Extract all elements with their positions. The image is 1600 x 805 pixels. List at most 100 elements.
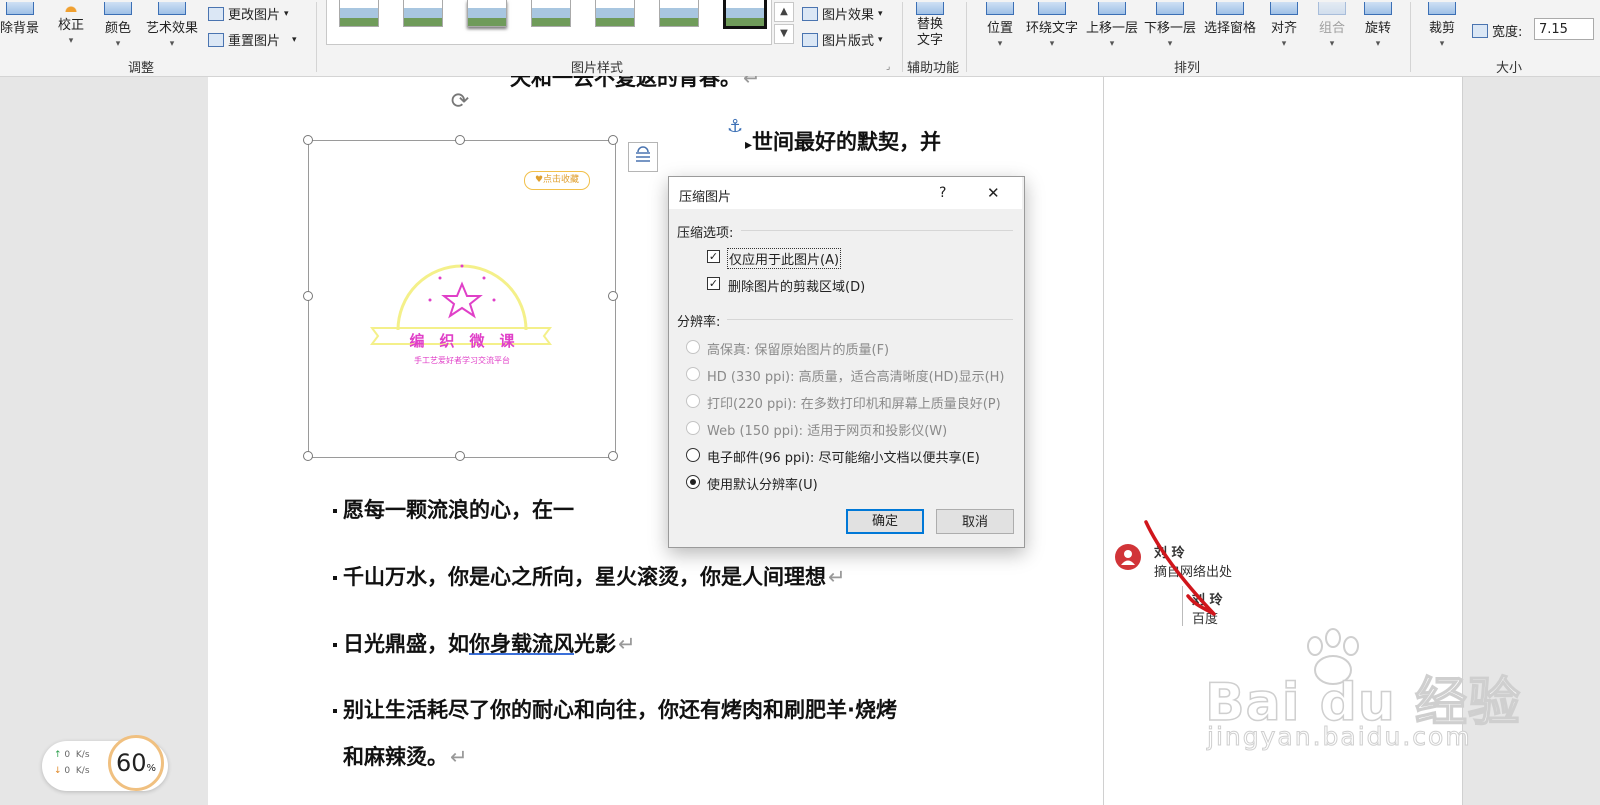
gallery-up-icon[interactable]: ▲ (774, 2, 794, 22)
reset-picture-button[interactable]: 重置图片 ▾ (208, 30, 297, 49)
network-speed-widget[interactable]: ↑ 0 K/s ↓ 0 K/s 60% (42, 735, 168, 791)
group-label-size: 大小 (1496, 61, 1523, 76)
resize-handle[interactable] (303, 135, 313, 145)
chevron-down-icon: ▾ (1049, 39, 1055, 49)
cancel-button[interactable]: 取消 (936, 509, 1014, 534)
width-input[interactable]: 7.15 (1534, 18, 1594, 40)
selection-pane-icon (1216, 2, 1244, 15)
divider (902, 2, 903, 72)
style-thumbnail[interactable] (467, 0, 507, 27)
picture-layout-button[interactable]: 图片版式 ▾ (802, 30, 883, 49)
radio-hifi[interactable] (686, 340, 700, 354)
radio-email[interactable] (686, 448, 700, 462)
style-thumbnail[interactable] (659, 0, 699, 27)
apply-only-label[interactable]: 仅应用于此图片(A) (727, 248, 842, 269)
change-picture-icon (208, 6, 224, 21)
style-thumbnail[interactable] (723, 0, 767, 29)
resize-handle[interactable] (608, 451, 618, 461)
memory-usage-gauge: 60% (108, 735, 164, 791)
wrap-text-icon (1038, 2, 1066, 15)
selection-pane-button[interactable]: 选择窗格 (1204, 2, 1256, 36)
dialog-title-bar: 压缩图片 ? ✕ (669, 177, 1022, 209)
compress-pictures-dialog: 压缩图片 ? ✕ 压缩选项: ✓ 仅应用于此图片(A) ✓ 删除图片的剪裁区域(… (668, 176, 1025, 548)
color-button[interactable]: 颜色 ▾ (104, 2, 132, 49)
send-backward-button[interactable]: 下移一层 ▾ (1144, 2, 1196, 49)
position-button[interactable]: 位置 ▾ (986, 2, 1014, 49)
align-button[interactable]: 对齐 ▾ (1270, 2, 1298, 49)
art-effects-button[interactable]: 艺术效果 ▾ (146, 2, 198, 49)
group-button[interactable]: 组合 ▾ (1318, 2, 1346, 49)
document-line: ▸世间最好的默契，并 (745, 130, 942, 154)
down-arrow-icon: ↓ (54, 766, 62, 776)
chevron-down-icon: ▾ (68, 36, 74, 46)
corrections-button[interactable]: 校正 ▾ (58, 2, 84, 46)
ok-button[interactable]: 确定 (846, 509, 924, 534)
resize-handle[interactable] (455, 451, 465, 461)
delete-cropped-label[interactable]: 删除图片的剪裁区域(D) (728, 276, 865, 295)
radio-email-label[interactable]: 电子邮件(96 ppi): 尽可能缩小文档以便共享(E) (707, 447, 980, 466)
style-thumbnail[interactable] (595, 0, 635, 27)
resize-handle[interactable] (608, 135, 618, 145)
watermark-url: jingyan.baidu.com (1207, 722, 1472, 752)
close-icon[interactable]: ✕ (987, 184, 1000, 202)
alt-text-icon (916, 2, 944, 15)
wrap-text-button[interactable]: 环绕文字 ▾ (1026, 2, 1078, 49)
chevron-down-icon: ▾ (1375, 39, 1381, 49)
picture-layout-icon (802, 32, 818, 47)
crop-button[interactable]: 裁剪 ▾ (1428, 2, 1456, 49)
radio-web-label[interactable]: Web (150 ppi): 适用于网页和投影仪(W) (707, 420, 947, 439)
radio-default[interactable] (686, 475, 700, 489)
picture-effects-button[interactable]: 图片效果 ▾ (802, 4, 883, 23)
change-picture-button[interactable]: 更改图片 ▾ (208, 4, 289, 23)
alt-text-button[interactable]: 替换 文字 (916, 2, 944, 49)
resize-handle[interactable] (303, 451, 313, 461)
help-icon[interactable]: ? (939, 185, 946, 201)
radio-hd[interactable] (686, 367, 700, 381)
resolution-label: 分辨率: (677, 315, 721, 330)
divider (316, 2, 317, 72)
radio-print[interactable] (686, 394, 700, 408)
chevron-down-icon: ▾ (1329, 39, 1335, 49)
chevron-down-icon: ▾ (1439, 39, 1445, 49)
group-label-adjust: 调整 (128, 61, 155, 76)
document-line: 千山万水，你是心之所向，星火滚烫，你是人间理想↵ (333, 561, 846, 591)
chevron-down-icon: ▾ (115, 39, 121, 49)
radio-hd-label[interactable]: HD (330 ppi): 高质量，适合高清晰度(HD)显示(H) (707, 366, 1004, 385)
group-icon (1318, 2, 1346, 15)
style-thumbnail[interactable] (339, 0, 379, 27)
radio-web[interactable] (686, 421, 700, 435)
divider (727, 319, 1013, 320)
document-line: 日光鼎盛，如你身载流风光影↵ (333, 628, 636, 658)
picture-styles-gallery[interactable] (326, 0, 772, 45)
resize-handle[interactable] (608, 291, 618, 301)
apply-only-checkbox[interactable]: ✓ (707, 250, 720, 263)
align-icon (1270, 2, 1298, 15)
divider (1410, 2, 1411, 72)
group-label-accessibility: 辅助功能 (907, 61, 960, 76)
delete-cropped-checkbox[interactable]: ✓ (707, 277, 720, 290)
style-thumbnail[interactable] (403, 0, 443, 27)
anchor-icon: ⚓ (727, 116, 744, 137)
bring-forward-button[interactable]: 上移一层 ▾ (1086, 2, 1138, 49)
reset-picture-icon (208, 32, 224, 47)
dialog-launcher-icon[interactable]: ⌟ (886, 62, 890, 72)
radio-default-label[interactable]: 使用默认分辨率(U) (707, 474, 818, 493)
bring-forward-icon (1098, 2, 1126, 15)
rotate-button[interactable]: 旋转 ▾ (1364, 2, 1392, 49)
radio-hifi-label[interactable]: 高保真: 保留原始图片的质量(F) (707, 339, 889, 358)
chevron-down-icon: ▾ (997, 39, 1003, 49)
rotate-icon (1364, 2, 1392, 15)
rotate-handle-icon[interactable]: ⟳ (448, 90, 472, 114)
layout-options-icon[interactable] (628, 142, 658, 172)
remove-background-button[interactable]: 除背景 (0, 2, 39, 36)
style-thumbnail[interactable] (531, 0, 571, 27)
group-label-arrange: 排列 (1174, 61, 1201, 76)
document-line: 和麻辣烫。↵ (343, 745, 468, 769)
resize-handle[interactable] (455, 135, 465, 145)
selection-frame[interactable] (308, 140, 616, 458)
gallery-more-icon[interactable]: ▼ (774, 24, 794, 44)
radio-print-label[interactable]: 打印(220 ppi): 在多数打印机和屏幕上质量良好(P) (707, 393, 1001, 412)
width-label: 宽度: (1472, 21, 1522, 40)
color-icon (104, 2, 132, 15)
resize-handle[interactable] (303, 291, 313, 301)
